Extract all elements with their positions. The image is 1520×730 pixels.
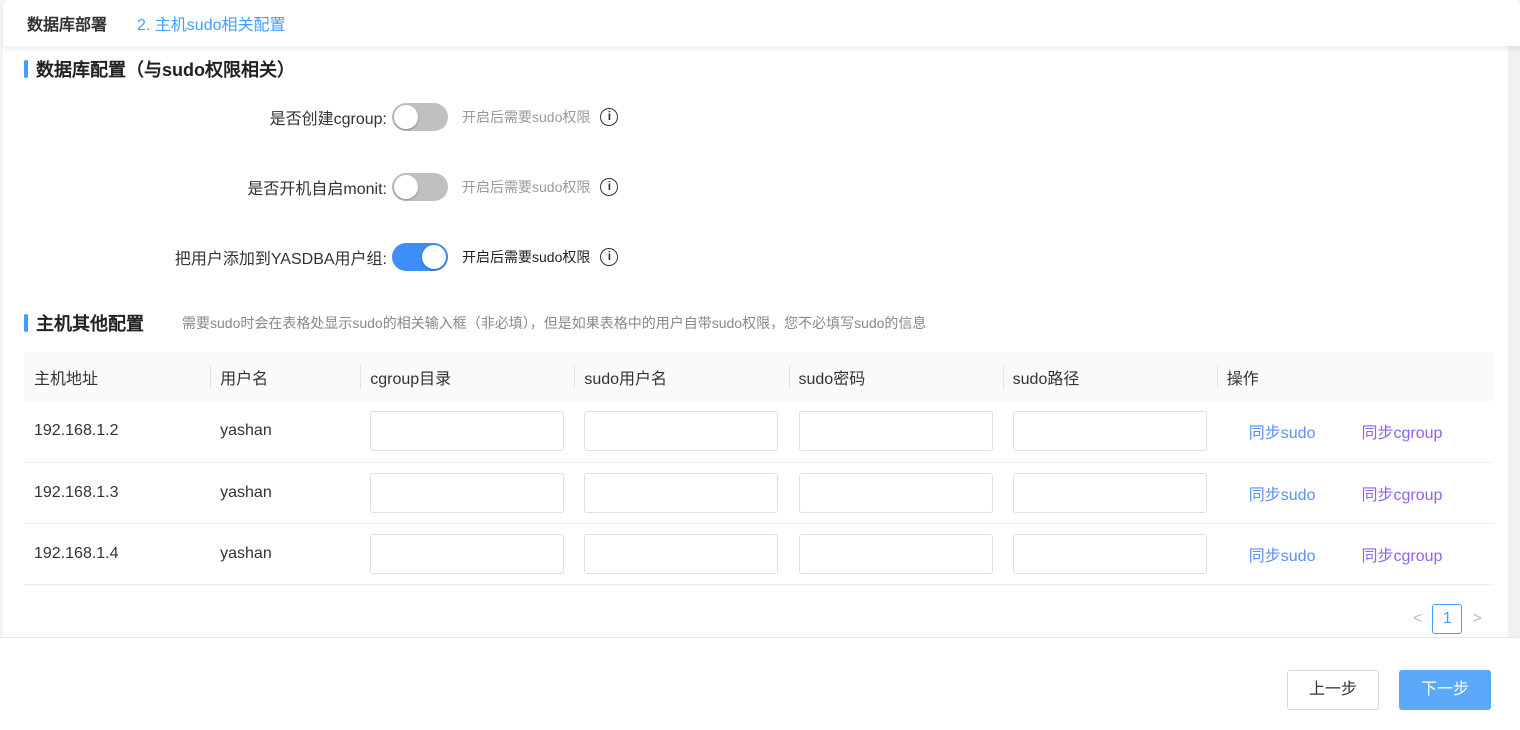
column-header: sudo密码 xyxy=(788,352,1003,401)
info-icon[interactable]: i xyxy=(600,248,619,266)
setting-row: 把用户添加到YASDBA用户组: 开启后需要sudo权限 i xyxy=(3,243,803,271)
user-cell: yashan xyxy=(210,523,361,585)
setting-label: 是否开机自启monit: xyxy=(247,181,387,198)
sudo-pwd-input[interactable] xyxy=(798,411,993,452)
setting-row: 是否开机自启monit: 开启后需要sudo权限 i xyxy=(3,173,803,201)
input-cell xyxy=(574,401,789,463)
input-cell xyxy=(788,462,1003,524)
setting-toggle[interactable] xyxy=(392,243,448,271)
pagination: < 1 > xyxy=(1413,604,1482,634)
sudo-path-input[interactable] xyxy=(1012,472,1207,513)
input-cell xyxy=(1002,523,1217,585)
app-title: 数据库部署 xyxy=(27,17,108,34)
setting-hint: 开启后需要sudo权限 xyxy=(462,179,591,195)
input-cell xyxy=(1002,462,1217,524)
input-cell xyxy=(788,523,1003,585)
column-header: sudo用户名 xyxy=(574,352,789,401)
host-cell: 192.168.1.3 xyxy=(24,462,211,524)
column-header: cgroup目录 xyxy=(360,352,575,401)
sudo-pwd-input[interactable] xyxy=(798,472,993,513)
table-row: 192.168.1.3 yashan 同步sudo 同步cgroup xyxy=(24,462,1494,524)
host-table: 主机地址 用户名 cgroup目录 sudo用户名 sudo密码 sudo路径 操作 192… xyxy=(24,352,1494,585)
column-header: 主机地址 xyxy=(24,352,211,401)
actions-cell: 同步sudo 同步cgroup xyxy=(1216,462,1494,524)
host-config-title: 主机其他配置 需要sudo时会在表格处显示sudo的相关输入框（非必填），但是如果… xyxy=(24,310,926,336)
next-step-button[interactable]: 下一步 xyxy=(1399,670,1491,710)
actions-cell: 同步sudo 同步cgroup xyxy=(1216,523,1494,585)
next-page-button[interactable]: > xyxy=(1472,610,1481,628)
prev-page-button[interactable]: < xyxy=(1413,610,1422,628)
input-cell xyxy=(360,523,575,585)
column-header: 操作 xyxy=(1216,352,1494,401)
section-title-text: 主机其他配置 xyxy=(36,314,144,334)
input-cell xyxy=(574,462,789,524)
prev-step-button[interactable]: 上一步 xyxy=(1287,670,1379,710)
input-cell xyxy=(360,401,575,463)
sudo-user-input[interactable] xyxy=(584,472,779,513)
setting-toggle[interactable] xyxy=(392,173,448,201)
cgroup-input[interactable] xyxy=(370,411,565,452)
db-config-title: 数据库配置（与sudo权限相关） xyxy=(24,56,295,82)
sync-cgroup-link[interactable]: 同步cgroup xyxy=(1361,425,1442,442)
sync-sudo-link[interactable]: 同步sudo xyxy=(1249,487,1316,504)
cgroup-input[interactable] xyxy=(370,533,565,574)
sync-sudo-link[interactable]: 同步sudo xyxy=(1249,548,1316,565)
sudo-user-input[interactable] xyxy=(584,533,779,574)
user-cell: yashan xyxy=(210,462,361,524)
table-row: 192.168.1.4 yashan 同步sudo 同步cgroup xyxy=(24,523,1494,585)
input-cell xyxy=(574,523,789,585)
section-title-text: 数据库配置（与sudo权限相关） xyxy=(36,60,295,80)
section-bar xyxy=(24,60,28,78)
column-header: sudo路径 xyxy=(1002,352,1217,401)
step-title: 2. 主机sudo相关配置 xyxy=(137,17,286,34)
host-cell: 192.168.1.4 xyxy=(24,523,211,585)
host-cell: 192.168.1.2 xyxy=(24,401,211,463)
setting-hint: 开启后需要sudo权限 xyxy=(462,249,591,265)
user-cell: yashan xyxy=(210,401,361,463)
sync-sudo-link[interactable]: 同步sudo xyxy=(1249,425,1316,442)
sudo-path-input[interactable] xyxy=(1012,533,1207,574)
section-bar xyxy=(24,314,28,332)
host-config-note: 需要sudo时会在表格处显示sudo的相关输入框（非必填），但是如果表格中的用户… xyxy=(182,315,927,331)
sudo-pwd-input[interactable] xyxy=(798,533,993,574)
actions-cell: 同步sudo 同步cgroup xyxy=(1216,401,1494,463)
sudo-user-input[interactable] xyxy=(584,411,779,452)
sudo-path-input[interactable] xyxy=(1012,411,1207,452)
toggle-knob xyxy=(394,105,418,129)
info-icon[interactable]: i xyxy=(600,178,619,196)
toggle-knob xyxy=(422,245,446,269)
header: 数据库部署 2. 主机sudo相关配置 xyxy=(3,0,1520,46)
toggle-knob xyxy=(394,175,418,199)
setting-label: 是否创建cgroup: xyxy=(269,111,387,128)
sync-cgroup-link[interactable]: 同步cgroup xyxy=(1361,487,1442,504)
column-header: 用户名 xyxy=(210,352,361,401)
footer: 上一步 下一步 xyxy=(0,637,1520,730)
page-1-button[interactable]: 1 xyxy=(1432,604,1463,634)
setting-toggle[interactable] xyxy=(392,103,448,131)
main-content: 数据库配置（与sudo权限相关） 是否创建cgroup: 开启后需要sudo权限… xyxy=(3,46,1508,637)
scrollbar[interactable] xyxy=(1508,46,1520,637)
setting-label: 把用户添加到YASDBA用户组: xyxy=(174,251,387,268)
input-cell xyxy=(1002,401,1217,463)
input-cell xyxy=(788,401,1003,463)
sync-cgroup-link[interactable]: 同步cgroup xyxy=(1361,548,1442,565)
setting-hint: 开启后需要sudo权限 xyxy=(462,109,591,125)
table-row: 192.168.1.2 yashan 同步sudo 同步cgroup xyxy=(24,401,1494,463)
input-cell xyxy=(360,462,575,524)
cgroup-input[interactable] xyxy=(370,472,565,513)
setting-row: 是否创建cgroup: 开启后需要sudo权限 i xyxy=(3,103,803,131)
info-icon[interactable]: i xyxy=(600,108,619,126)
